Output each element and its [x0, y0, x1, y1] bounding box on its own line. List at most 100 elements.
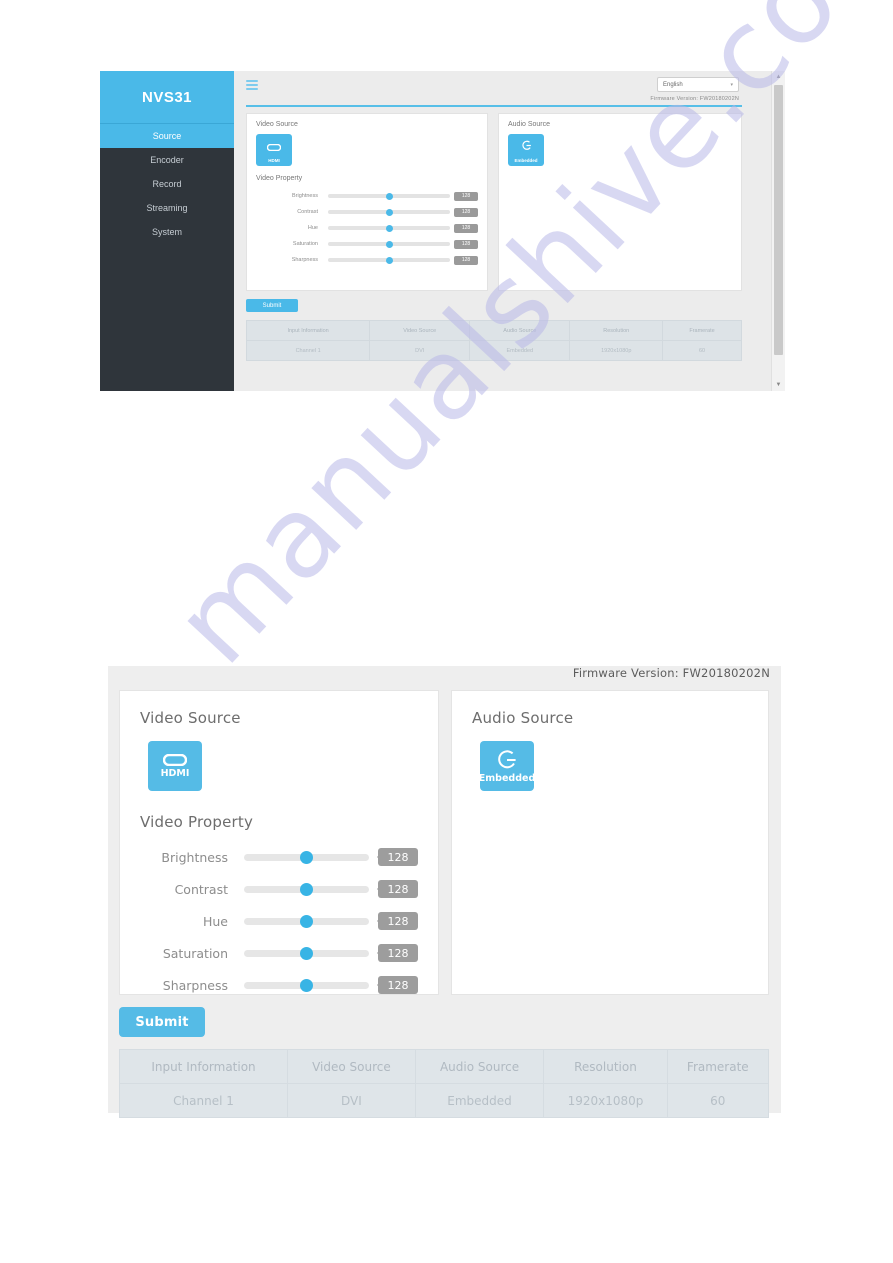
slider-handle[interactable]	[385, 256, 393, 264]
sidebar-item-label: Streaming	[146, 203, 188, 213]
sidebar-item-record[interactable]: Record	[100, 172, 234, 196]
sidebar-item-label: Source	[152, 131, 182, 141]
slider-row-saturation: Saturation 128	[140, 937, 418, 969]
firmware-bar: Firmware Version: FW20180202N	[108, 666, 781, 680]
sidebar-item-system[interactable]: System	[100, 220, 234, 244]
sidebar-item-encoder[interactable]: Encoder	[100, 148, 234, 172]
slider-handle[interactable]	[385, 208, 393, 216]
slider-value: 128	[454, 239, 478, 249]
panels-row: Video Source HDMI Video Property Brightn…	[119, 690, 770, 995]
content-body: Video Source HDMI Video Property Brightn…	[108, 680, 781, 1118]
vertical-scrollbar[interactable]: ▲ ▼	[771, 71, 785, 391]
video-source-heading: Video Source	[256, 121, 298, 128]
hamburger-menu-icon[interactable]	[246, 80, 258, 90]
language-select[interactable]: English ▾	[657, 77, 739, 92]
firmware-version: Firmware Version: FW20180202N	[650, 96, 739, 102]
slider-label: Sharpness	[162, 977, 228, 993]
slider-track[interactable]	[328, 240, 450, 248]
slider-label: Contrast	[297, 209, 318, 215]
slider-value: 128	[454, 207, 478, 217]
slider-row-brightness: Brightness 128	[140, 841, 418, 873]
table-header-row: Input Information Video Source Audio Sou…	[245, 320, 742, 341]
slider-track[interactable]	[328, 192, 450, 200]
input-information-table: Input Information Video Source Audio Sou…	[245, 320, 742, 361]
screenshot-nvs31-source-page-large: Firmware Version: FW20180202N Video Sour…	[108, 666, 781, 1118]
video-source-tile-hdmi[interactable]: HDMI	[148, 741, 202, 791]
slider-row-saturation: Saturation 128	[256, 236, 478, 252]
audio-source-tile-label: Embedded	[514, 157, 538, 163]
slider-label: Brightness	[292, 193, 318, 199]
slider-label: Sharpness	[291, 257, 318, 263]
table-header-cell: Framerate	[666, 1049, 770, 1084]
submit-button[interactable]: Submit	[119, 1007, 205, 1037]
slider-track[interactable]	[244, 978, 369, 992]
sidebar-item-streaming[interactable]: Streaming	[100, 196, 234, 220]
chevron-down-icon: ▾	[730, 81, 733, 88]
slider-handle[interactable]	[300, 914, 313, 928]
language-select-value: English	[663, 81, 683, 88]
slider-handle[interactable]	[300, 946, 313, 960]
embedded-audio-icon	[496, 749, 518, 771]
audio-source-tile-embedded[interactable]: Embedded	[478, 741, 536, 791]
table-cell: 1920x1080p	[543, 1083, 668, 1118]
sidebar: NVS31 Source Encoder Record Streaming Sy…	[100, 71, 234, 391]
sidebar-item-label: System	[151, 227, 182, 237]
table-header-cell: Audio Source	[469, 320, 571, 341]
submit-button[interactable]: Submit	[246, 299, 298, 312]
slider-value: 128	[454, 255, 478, 265]
slider-value: 128	[377, 976, 418, 994]
table-header-cell: Framerate	[662, 320, 742, 341]
sidebar-item-source[interactable]: Source	[100, 124, 234, 148]
slider-value: 128	[377, 944, 418, 962]
table-header-cell: Video Source	[287, 1049, 416, 1084]
table-cell: Channel 1	[119, 1083, 288, 1118]
table-cell: DVI	[287, 1083, 416, 1118]
audio-source-tile-embedded[interactable]: Embedded	[508, 134, 544, 166]
audio-source-card: Audio Source Embedded	[451, 690, 769, 995]
slider-handle[interactable]	[300, 978, 313, 992]
slider-track[interactable]	[244, 850, 369, 864]
table-header-cell: Resolution	[543, 1049, 668, 1084]
table-header-cell: Input Information	[245, 320, 371, 341]
video-source-card: Video Source HDMI Video Property Brightn…	[246, 113, 488, 291]
slider-row-sharpness: Sharpness 128	[256, 252, 478, 268]
slider-row-contrast: Contrast 128	[140, 873, 418, 905]
table-row: Channel 1 DVI Embedded 1920x1080p 60	[245, 340, 742, 361]
slider-label: Saturation	[292, 241, 318, 247]
slider-handle[interactable]	[385, 240, 393, 248]
video-property-heading: Video Property	[140, 813, 254, 831]
slider-track[interactable]	[244, 882, 369, 896]
table-cell: DVI	[369, 340, 471, 361]
slider-handle[interactable]	[300, 850, 313, 864]
scroll-up-arrow-icon[interactable]: ▲	[772, 71, 785, 83]
video-source-tile-label: HDMI	[268, 157, 280, 163]
scroll-down-arrow-icon[interactable]: ▼	[772, 379, 785, 391]
slider-value: 128	[454, 223, 478, 233]
table-cell: Channel 1	[245, 340, 371, 361]
sidebar-item-label: Record	[152, 179, 182, 189]
scrollbar-thumb[interactable]	[774, 85, 783, 355]
slider-track[interactable]	[328, 224, 450, 232]
slider-track[interactable]	[328, 208, 450, 216]
input-information-table: Input Information Video Source Audio Sou…	[119, 1049, 770, 1118]
table-header-cell: Resolution	[569, 320, 664, 341]
audio-source-tile-label: Embedded	[478, 772, 536, 784]
table-header-cell: Audio Source	[414, 1049, 545, 1084]
slider-handle[interactable]	[385, 224, 393, 232]
table-header-row: Input Information Video Source Audio Sou…	[119, 1049, 770, 1084]
audio-source-heading: Audio Source	[508, 121, 551, 128]
slider-track[interactable]	[244, 914, 369, 928]
video-source-tile-label: HDMI	[160, 767, 190, 779]
table-cell: Embedded	[469, 340, 571, 361]
slider-value: 128	[377, 912, 418, 930]
slider-handle[interactable]	[385, 192, 393, 200]
slider-row-hue: Hue 128	[256, 220, 478, 236]
slider-row-sharpness: Sharpness 128	[140, 969, 418, 1001]
table-cell: 60	[662, 340, 742, 361]
slider-track[interactable]	[244, 946, 369, 960]
slider-label: Hue	[202, 913, 228, 929]
slider-value: 128	[377, 880, 418, 898]
slider-track[interactable]	[328, 256, 450, 264]
slider-handle[interactable]	[300, 882, 313, 896]
video-source-tile-hdmi[interactable]: HDMI	[256, 134, 292, 166]
